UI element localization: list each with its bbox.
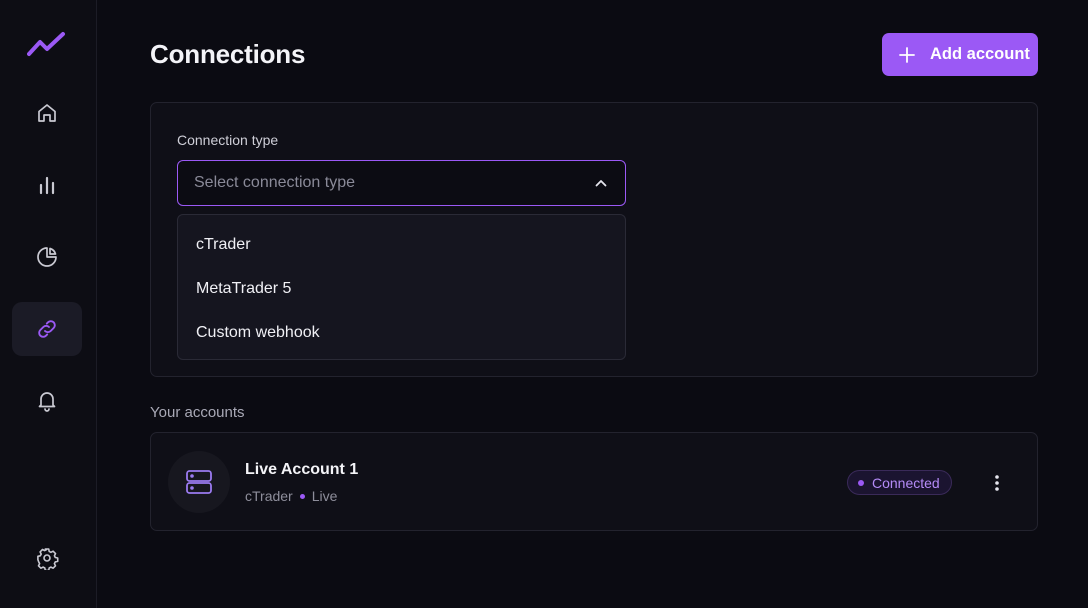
link-icon (38, 320, 56, 338)
add-account-label: Add account (930, 45, 1030, 63)
more-vertical-icon (995, 475, 999, 491)
bar-chart-icon (39, 176, 55, 195)
your-accounts-heading: Your accounts (150, 404, 245, 421)
chevron-up-icon (595, 180, 607, 187)
sidebar-item-connections[interactable] (12, 302, 82, 356)
option-metatrader-5[interactable]: MetaTrader 5 (178, 267, 625, 311)
sidebar-item-analytics[interactable] (12, 158, 82, 212)
logo-icon[interactable] (27, 30, 67, 60)
home-icon (38, 104, 56, 122)
account-card[interactable]: Live Account 1 cTrader Live Connected (150, 432, 1038, 531)
app-root: Connections Add account Connection type … (0, 0, 1088, 608)
separator-dot (299, 493, 305, 499)
sidebar (0, 0, 97, 608)
pie-chart-icon (37, 247, 57, 267)
status-label: Connected (872, 474, 940, 491)
connection-type-label: Connection type (177, 132, 279, 148)
connection-type-select[interactable]: Select connection type (177, 160, 626, 206)
gear-icon (37, 548, 59, 570)
more-options-button[interactable] (983, 469, 1011, 497)
sidebar-item-reports[interactable] (12, 230, 82, 284)
account-mode: Live (311, 488, 338, 504)
select-placeholder: Select connection type (194, 174, 355, 191)
option-ctrader[interactable]: cTrader (178, 223, 625, 267)
plus-icon (899, 46, 915, 63)
bell-icon (38, 392, 56, 412)
account-avatar (168, 451, 230, 513)
page-title: Connections (150, 39, 306, 69)
account-meta: cTrader Live (245, 488, 337, 504)
server-icon (186, 470, 212, 494)
status-dot (858, 479, 864, 486)
sidebar-item-home[interactable] (12, 86, 82, 140)
account-platform: cTrader (245, 488, 293, 504)
status-badge: Connected (847, 470, 952, 495)
sidebar-item-notifications[interactable] (12, 373, 82, 427)
add-account-button[interactable]: Add account (882, 33, 1038, 76)
account-name: Live Account 1 (245, 461, 359, 478)
sidebar-item-settings[interactable] (12, 531, 82, 585)
option-custom-webhook[interactable]: Custom webhook (178, 311, 625, 355)
connection-type-dropdown: cTrader MetaTrader 5 Custom webhook (177, 214, 626, 360)
